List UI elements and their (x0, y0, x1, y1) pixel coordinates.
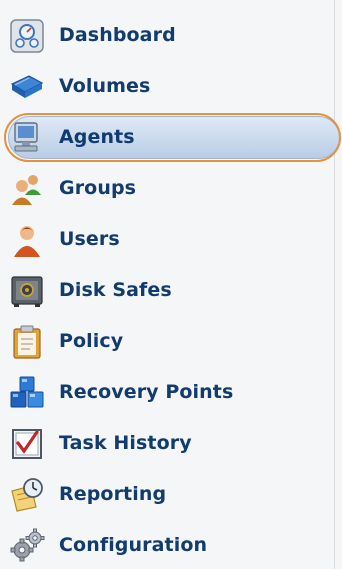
policy-icon (13, 325, 41, 359)
sidebar-item-label: Configuration (59, 534, 208, 556)
sidebar-item-label: Reporting (59, 483, 167, 505)
configuration-icon (10, 528, 45, 562)
sidebar-item-label: Dashboard (59, 24, 176, 46)
sidebar-item-users[interactable]: Users (0, 214, 334, 265)
sidebar-item-label: Users (59, 228, 120, 250)
sidebar-item-label: Volumes (59, 75, 151, 97)
sidebar-item-reporting[interactable]: Reporting (0, 469, 334, 520)
recovery-points-icon (10, 376, 44, 408)
reporting-icon (11, 478, 43, 512)
selection-ring (4, 113, 341, 162)
sidebar-item-configuration[interactable]: Configuration (0, 520, 334, 571)
sidebar-item-label: Policy (59, 330, 124, 352)
dashboard-icon (10, 19, 44, 53)
sidebar-item-dashboard[interactable]: Dashboard (0, 10, 334, 61)
sidebar-divider (334, 0, 335, 569)
sidebar-item-label: Groups (59, 177, 137, 199)
sidebar-item-volumes[interactable]: Volumes (0, 61, 334, 112)
sidebar-item-groups[interactable]: Groups (0, 163, 334, 214)
sidebar-item-label: Disk Safes (59, 279, 172, 301)
sidebar-item-recovery-points[interactable]: Recovery Points (0, 367, 334, 418)
task-history-icon (12, 429, 42, 459)
sidebar-item-label: Task History (59, 432, 192, 454)
sidebar-item-agents[interactable]: Agents (0, 112, 341, 163)
groups-icon (12, 175, 41, 205)
sidebar-nav: Dashboard Volumes Agents Groups Users Di… (0, 0, 342, 569)
sidebar-item-label: Agents (59, 126, 135, 148)
sidebar-item-label: Recovery Points (59, 381, 234, 403)
agents-icon (14, 122, 38, 152)
sidebar-item-policy[interactable]: Policy (0, 316, 334, 367)
volumes-icon (10, 75, 44, 98)
disk-safes-icon (11, 276, 43, 307)
sidebar-item-disk-safes[interactable]: Disk Safes (0, 265, 334, 316)
users-icon (14, 226, 40, 257)
sidebar-item-task-history[interactable]: Task History (0, 418, 334, 469)
